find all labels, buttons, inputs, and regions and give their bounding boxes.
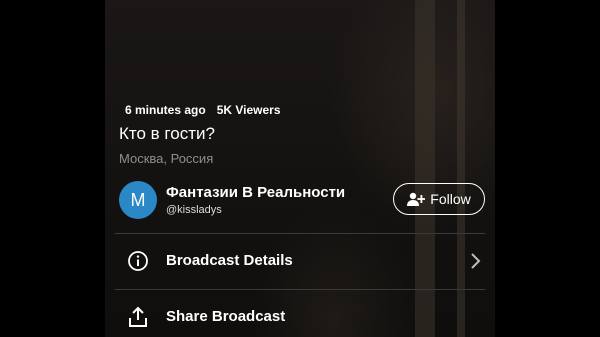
share-broadcast-label: Share Broadcast bbox=[166, 308, 286, 325]
chevron-right-icon bbox=[471, 253, 481, 269]
viewer-count: 5K Viewers bbox=[216, 103, 281, 117]
broadcast-details-item[interactable]: Broadcast Details bbox=[105, 239, 495, 283]
broadcast-location: Москва, Россия bbox=[119, 151, 214, 166]
share-broadcast-item[interactable]: Share Broadcast bbox=[105, 295, 495, 337]
follow-label: Follow bbox=[430, 191, 471, 207]
divider bbox=[115, 233, 485, 234]
broadcast-view: 6 minutes ago 5K Viewers Кто в гости? Мо… bbox=[105, 0, 495, 337]
info-icon bbox=[128, 251, 148, 271]
background-video-frame bbox=[415, 0, 435, 337]
add-person-icon bbox=[407, 192, 426, 206]
time-ago: 6 minutes ago bbox=[125, 103, 206, 117]
broadcast-details-label: Broadcast Details bbox=[166, 252, 293, 269]
avatar[interactable]: M bbox=[119, 181, 157, 219]
avatar-letter: M bbox=[130, 189, 146, 210]
follow-button[interactable]: Follow bbox=[393, 183, 485, 215]
broadcaster-name[interactable]: Фантазии В Реальности bbox=[166, 184, 345, 201]
divider bbox=[115, 289, 485, 290]
broadcast-meta: 6 minutes ago 5K Viewers bbox=[125, 103, 281, 117]
broadcast-title: Кто в гости? bbox=[119, 124, 215, 143]
broadcaster-handle: @kissladys bbox=[166, 204, 222, 216]
share-icon bbox=[129, 306, 147, 327]
background-video-frame-detail bbox=[457, 0, 465, 337]
